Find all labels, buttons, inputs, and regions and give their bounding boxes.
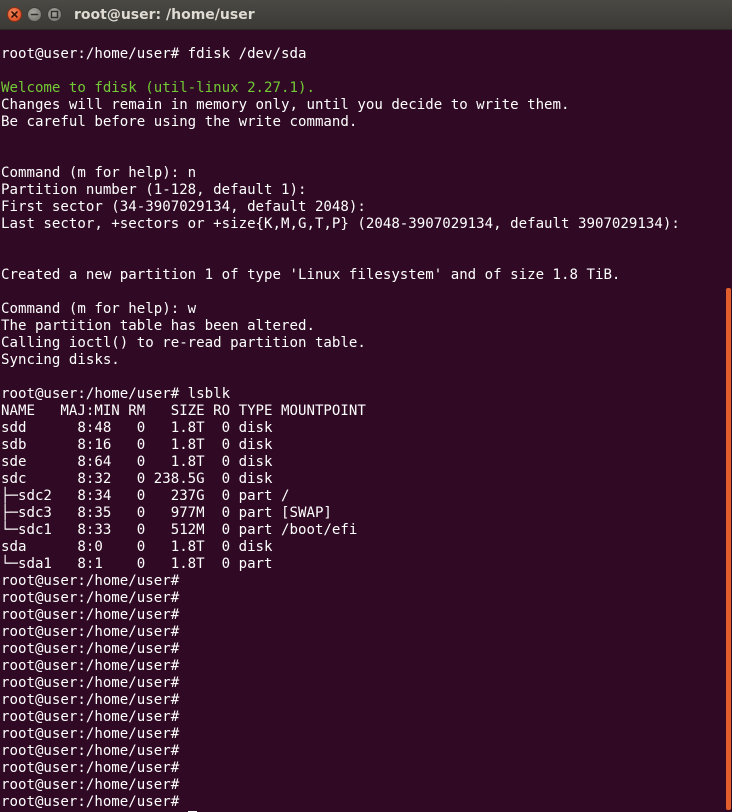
minimize-button[interactable]	[27, 7, 42, 22]
terminal-line: Command (m for help): n	[1, 165, 197, 181]
terminal-line: root@user:/home/user#	[1, 658, 180, 674]
terminal-line: root@user:/home/user#	[1, 726, 180, 742]
terminal-line: root@user:/home/user#	[1, 573, 180, 589]
terminal-line: root@user:/home/user#	[1, 794, 180, 810]
close-icon	[11, 11, 18, 18]
maximize-icon	[50, 10, 59, 19]
terminal-line: root@user:/home/user#	[1, 743, 180, 759]
terminal-output[interactable]: root@user:/home/user# fdisk /dev/sda Welc…	[0, 30, 725, 812]
terminal-line: The partition table has been altered.	[1, 318, 315, 334]
terminal-line: sdc 8:32 0 238.5G 0 disk	[1, 471, 273, 487]
terminal-line: └─sda1 8:1 0 1.8T 0 part	[1, 556, 273, 572]
terminal-line: Command (m for help): w	[1, 301, 197, 317]
scrollbar[interactable]	[725, 30, 732, 812]
terminal-line: sdb 8:16 0 1.8T 0 disk	[1, 437, 273, 453]
window-title: root@user: /home/user	[74, 7, 255, 23]
title-bar[interactable]: root@user: /home/user	[0, 0, 732, 30]
minimize-icon	[30, 13, 39, 16]
terminal-line: Last sector, +sectors or +size{K,M,G,T,P…	[1, 216, 680, 232]
terminal-line: Welcome to fdisk (util-linux 2.27.1).	[1, 80, 315, 96]
scrollbar-thumb[interactable]	[726, 288, 731, 810]
terminal-window: root@user: /home/user root@user:/home/us…	[0, 0, 732, 812]
close-button[interactable]	[7, 7, 22, 22]
maximize-button[interactable]	[47, 7, 62, 22]
terminal-line: root@user:/home/user#	[1, 624, 180, 640]
terminal-line: root@user:/home/user#	[1, 760, 180, 776]
terminal-line: First sector (34-3907029134, default 204…	[1, 199, 366, 215]
terminal-line: Calling ioctl() to re-read partition tab…	[1, 335, 366, 351]
terminal-line: ├─sdc2 8:34 0 237G 0 part /	[1, 488, 290, 504]
terminal-line: sda 8:0 0 1.8T 0 disk	[1, 539, 273, 555]
terminal-line: Be careful before using the write comman…	[1, 114, 358, 130]
terminal-line: root@user:/home/user#	[1, 641, 180, 657]
terminal-line: root@user:/home/user#	[1, 709, 180, 725]
terminal-line: root@user:/home/user#	[1, 675, 180, 691]
terminal-line: └─sdc1 8:33 0 512M 0 part /boot/efi	[1, 522, 358, 538]
terminal-line: Changes will remain in memory only, unti…	[1, 97, 570, 113]
terminal-line: root@user:/home/user# lsblk	[1, 386, 231, 402]
terminal-line: Created a new partition 1 of type 'Linux…	[1, 267, 621, 283]
terminal-line: root@user:/home/user#	[1, 777, 180, 793]
terminal-line: root@user:/home/user#	[1, 607, 180, 623]
terminal-line: root@user:/home/user#	[1, 590, 180, 606]
terminal-line: Syncing disks.	[1, 352, 120, 368]
terminal-line: sde 8:64 0 1.8T 0 disk	[1, 454, 273, 470]
terminal-line: root@user:/home/user# fdisk /dev/sda	[1, 46, 307, 62]
terminal-line: NAME MAJ:MIN RM SIZE RO TYPE MOUNTPOINT	[1, 403, 366, 419]
terminal-line: ├─sdc3 8:35 0 977M 0 part [SWAP]	[1, 505, 332, 521]
terminal-line: root@user:/home/user#	[1, 692, 180, 708]
terminal-line: Partition number (1-128, default 1):	[1, 182, 307, 198]
terminal-line: sdd 8:48 0 1.8T 0 disk	[1, 420, 273, 436]
